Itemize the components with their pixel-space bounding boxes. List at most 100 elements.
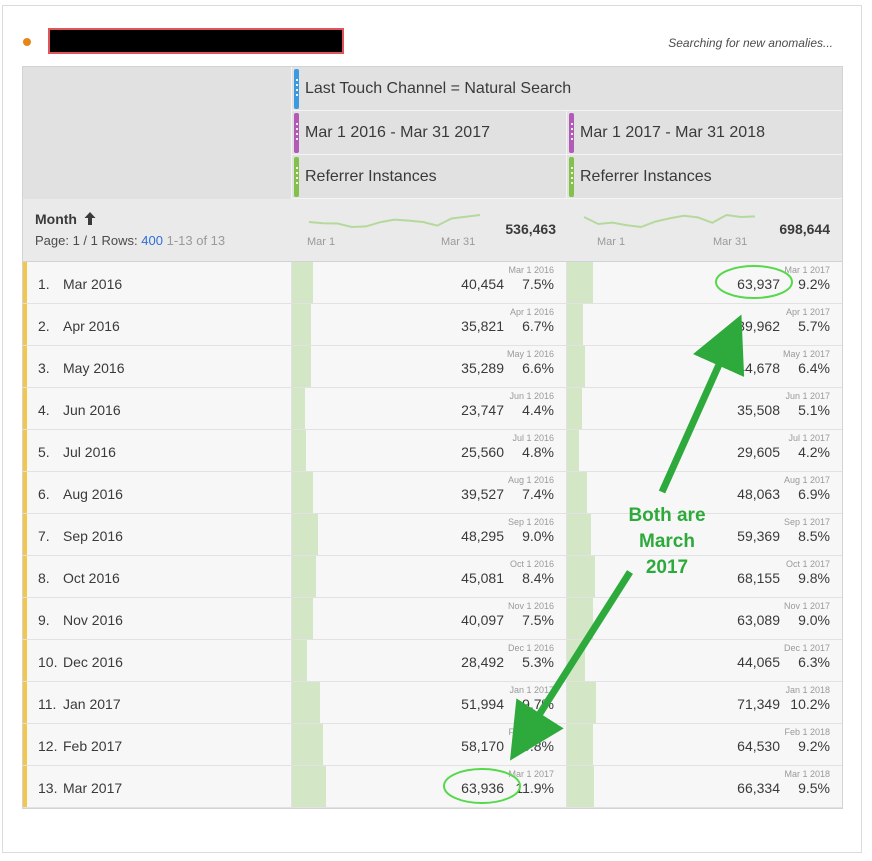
cell-value: 68,155 (737, 570, 780, 586)
table-row[interactable]: 5. Jul 2016 Jul 1 2016 25,560 4.8% Jul 1 2017… (23, 430, 842, 472)
date-range-drag-handle-icon[interactable] (569, 113, 574, 153)
table-row[interactable]: 11. Jan 2017 Jan 1 2017 51,994 9.7% Jan 1 201… (23, 682, 842, 724)
row-selection-indicator (23, 598, 27, 639)
metric-cell[interactable]: Mar 1 2017 63,937 9.2% (566, 262, 842, 303)
metric-cell[interactable]: Jan 1 2018 71,349 10.2% (566, 682, 842, 723)
dimension-header[interactable]: Month (35, 211, 96, 227)
table-row[interactable]: 3. May 2016 May 1 2016 35,289 6.6% May 1 2017… (23, 346, 842, 388)
metric-cell[interactable]: Jan 1 2017 51,994 9.7% (291, 682, 566, 723)
cell-date-label: Jun 1 2017 (785, 391, 830, 401)
header-corner (23, 67, 291, 199)
row-index: 10. (38, 654, 58, 670)
cell-date-label: Mar 1 2016 (508, 265, 554, 275)
cell-date-label: Aug 1 2016 (507, 475, 554, 485)
cell-percent: 6.9% (798, 486, 830, 502)
date-range-header-1[interactable]: Mar 1 2016 - Mar 31 2017 (291, 111, 566, 155)
row-month-label[interactable]: Jan 2017 (63, 696, 121, 712)
metric-cell[interactable]: Feb 1 2017 58,170 10.8% (291, 724, 566, 765)
redacted-panel-title (48, 28, 344, 54)
arrow-up-icon[interactable] (84, 212, 96, 225)
table-row[interactable]: 13. Mar 2017 Mar 1 2017 63,936 11.9% Mar 1 20… (23, 766, 842, 808)
cell-value: 45,081 (461, 570, 504, 586)
cell-value: 35,821 (461, 318, 504, 334)
table-row[interactable]: 1. Mar 2016 Mar 1 2016 40,454 7.5% Mar 1 2017… (23, 262, 842, 304)
metric-cell[interactable]: Feb 1 2018 64,530 9.2% (566, 724, 842, 765)
cell-date-label: Apr 1 2016 (509, 307, 554, 317)
table-row[interactable]: 2. Apr 2016 Apr 1 2016 35,821 6.7% Apr 1 2017… (23, 304, 842, 346)
metric-bar (567, 304, 583, 345)
metric-cell[interactable]: Nov 1 2016 40,097 7.5% (291, 598, 566, 639)
cell-date-label: Sep 1 2016 (507, 517, 554, 527)
cell-percent: 9.0% (522, 528, 554, 544)
metric-cell[interactable]: Oct 1 2016 45,081 8.4% (291, 556, 566, 597)
summary-row: Month Page: 1 / 1 Rows: 400 1-13 of 13 M… (23, 199, 842, 262)
metric-cell[interactable]: Dec 1 2016 28,492 5.3% (291, 640, 566, 681)
row-index: 13. (38, 780, 58, 796)
segment-header[interactable]: Last Touch Channel = Natural Search (291, 67, 842, 111)
column-total-1: 536,463 (505, 221, 556, 237)
dimension-title: Month (35, 211, 77, 227)
table-row[interactable]: 9. Nov 2016 Nov 1 2016 40,097 7.5% Nov 1 2017… (23, 598, 842, 640)
metric-bar (567, 388, 582, 429)
row-month-label[interactable]: Jun 2016 (63, 402, 121, 418)
annotation-line: Both are (628, 505, 706, 526)
cell-value: 66,334 (737, 780, 780, 796)
metric-cell[interactable]: Jul 1 2017 29,605 4.2% (566, 430, 842, 471)
cell-percent: 4.4% (522, 402, 554, 418)
row-selection-indicator (23, 640, 27, 681)
row-index: 2. (38, 318, 50, 334)
metric-header-1[interactable]: Referrer Instances (291, 155, 566, 199)
sparkline-end-label: Mar 31 (713, 236, 748, 248)
metric-cell[interactable]: Mar 1 2018 66,334 9.5% (566, 766, 842, 807)
metric-cell[interactable]: Apr 1 2017 39,962 5.7% (566, 304, 842, 345)
metric-cell[interactable]: Dec 1 2017 44,065 6.3% (566, 640, 842, 681)
metric-cell[interactable]: Mar 1 2016 40,454 7.5% (291, 262, 566, 303)
cell-value: 23,747 (461, 402, 504, 418)
cell-date-label: Feb 1 2017 (508, 727, 554, 737)
metric-header-2[interactable]: Referrer Instances (566, 155, 842, 199)
date-range-header-2[interactable]: Mar 1 2017 - Mar 31 2018 (566, 111, 842, 155)
metric-cell[interactable]: Apr 1 2016 35,821 6.7% (291, 304, 566, 345)
row-month-label[interactable]: Dec 2016 (63, 654, 123, 670)
metric-bar (292, 304, 311, 345)
metric-bar (567, 472, 587, 513)
row-index: 9. (38, 612, 50, 628)
cell-percent: 9.5% (798, 780, 830, 796)
cell-percent: 4.8% (522, 444, 554, 460)
table-row[interactable]: 12. Feb 2017 Feb 1 2017 58,170 10.8% Feb 1 20… (23, 724, 842, 766)
metric-cell[interactable]: Mar 1 2017 63,936 11.9% (291, 766, 566, 807)
rows-per-page-link[interactable]: 400 (141, 233, 163, 248)
date-range-drag-handle-icon[interactable] (294, 113, 299, 153)
sparkline-1 (308, 214, 481, 229)
row-month-label[interactable]: Apr 2016 (63, 318, 120, 334)
metric-cell[interactable]: Sep 1 2016 48,295 9.0% (291, 514, 566, 555)
sparkline-start-label: Mar 1 (307, 236, 336, 248)
metric-bar (567, 262, 593, 303)
metric-cell[interactable]: Jun 1 2016 23,747 4.4% (291, 388, 566, 429)
metric-cell[interactable]: Jun 1 2017 35,508 5.1% (566, 388, 842, 429)
row-month-label[interactable]: Mar 2017 (63, 780, 122, 796)
row-month-label[interactable]: Oct 2016 (63, 570, 120, 586)
metric-drag-handle-icon[interactable] (569, 157, 574, 197)
row-month-label[interactable]: Nov 2016 (63, 612, 123, 628)
cell-value: 40,454 (461, 276, 504, 292)
row-month-label[interactable]: Aug 2016 (63, 486, 123, 502)
row-month-label[interactable]: Mar 2016 (63, 276, 122, 292)
row-month-label[interactable]: May 2016 (63, 360, 124, 376)
cell-percent: 8.5% (798, 528, 830, 544)
metric-cell[interactable]: Nov 1 2017 63,089 9.0% (566, 598, 842, 639)
metric-cell[interactable]: May 1 2017 44,678 6.4% (566, 346, 842, 387)
annotation-line: March (639, 531, 695, 552)
row-month-label[interactable]: Sep 2016 (63, 528, 123, 544)
metric-cell[interactable]: May 1 2016 35,289 6.6% (291, 346, 566, 387)
cell-percent: 5.3% (522, 654, 554, 670)
row-month-label[interactable]: Jul 2016 (63, 444, 116, 460)
metric-cell[interactable]: Aug 1 2016 39,527 7.4% (291, 472, 566, 513)
metric-cell[interactable]: Jul 1 2016 25,560 4.8% (291, 430, 566, 471)
metric-drag-handle-icon[interactable] (294, 157, 299, 197)
row-month-label[interactable]: Feb 2017 (63, 738, 122, 754)
table-row[interactable]: 10. Dec 2016 Dec 1 2016 28,492 5.3% Dec 1 201… (23, 640, 842, 682)
segment-drag-handle-icon[interactable] (294, 69, 299, 109)
table-row[interactable]: 4. Jun 2016 Jun 1 2016 23,747 4.4% Jun 1 2017… (23, 388, 842, 430)
metric-bar (292, 346, 311, 387)
